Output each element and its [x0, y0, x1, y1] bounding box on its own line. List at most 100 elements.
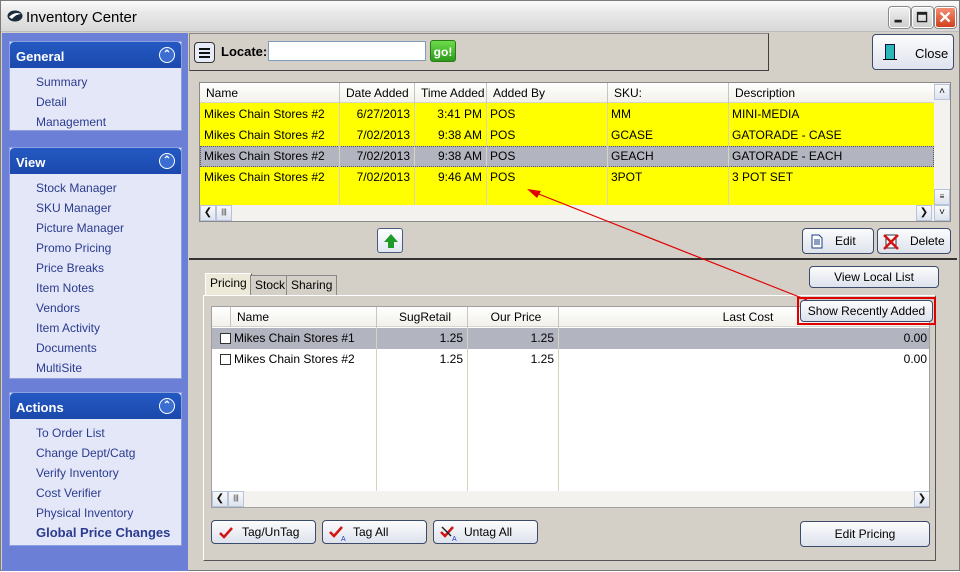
col-header-date-added[interactable]: Date Added — [339, 83, 414, 103]
scroll-down-icon[interactable]: ˅ — [934, 205, 950, 221]
cell-added-by: POS — [490, 149, 516, 163]
table-row[interactable]: Mikes Chain Stores #2 6/27/2013 3:41 PM … — [200, 104, 934, 125]
tab-pricing[interactable]: Pricing — [205, 273, 252, 296]
cell-name: Mikes Chain Stores #2 — [204, 170, 325, 184]
tag-all-button[interactable]: A Tag All — [322, 520, 427, 544]
close-button[interactable]: Close — [872, 34, 954, 70]
maximize-icon — [916, 11, 928, 23]
col-header-checkbox — [212, 307, 230, 327]
table-row[interactable]: Mikes Chain Stores #2 7/02/2013 9:38 AM … — [200, 125, 934, 146]
cell-last-cost: 0.00 — [903, 331, 927, 345]
col-header-description[interactable]: Description — [728, 83, 934, 103]
sidebar-item-item-activity[interactable]: Item Activity — [36, 318, 181, 338]
sidebar-item-item-notes[interactable]: Item Notes — [36, 278, 181, 298]
go-button[interactable]: go! — [430, 40, 456, 62]
scroll-up-icon[interactable]: ˄ — [934, 84, 950, 100]
sidebar-item-cost-verifier[interactable]: Cost Verifier — [36, 483, 181, 503]
sidebar-item-promo-pricing[interactable]: Promo Pricing — [36, 238, 181, 258]
scroll-left-icon[interactable]: ❮ — [212, 491, 228, 507]
col-header-time-added[interactable]: Time Added — [414, 83, 486, 103]
move-up-button[interactable] — [377, 228, 403, 253]
app-logo-icon — [7, 10, 23, 22]
collapse-chevron-icon[interactable]: ⌃ — [159, 47, 175, 63]
sidebar-item-vendors[interactable]: Vendors — [36, 298, 181, 318]
col-header-added-by[interactable]: Added By — [486, 83, 607, 103]
show-recently-added-button[interactable]: Show Recently Added — [800, 300, 933, 322]
close-label: Close — [915, 46, 949, 61]
sidebar-item-to-order-list[interactable]: To Order List — [36, 423, 181, 443]
sidebar-item-detail[interactable]: Detail — [36, 92, 181, 112]
show-recently-added-label: Show Recently Added — [807, 304, 926, 318]
sidebar-item-documents[interactable]: Documents — [36, 338, 181, 358]
items-section: Name Date Added Time Added Added By SKU:… — [189, 73, 957, 260]
cell-name: Mikes Chain Stores #2 — [204, 149, 325, 163]
table-row[interactable]: Mikes Chain Stores #2 7/02/2013 9:46 AM … — [200, 167, 934, 188]
section-header-view[interactable]: View ⌃ — [10, 148, 181, 174]
cell-our-price: 1.25 — [530, 331, 554, 345]
section-header-actions[interactable]: Actions ⌃ — [10, 393, 181, 419]
inventory-center-window: Inventory Center General ⌃ Summary Detai… — [0, 0, 960, 571]
sidebar-item-management[interactable]: Management — [36, 112, 181, 132]
sidebar-item-stock-manager[interactable]: Stock Manager — [36, 178, 181, 198]
pricing-row-selected[interactable]: Mikes Chain Stores #1 1.25 1.25 0.00 — [212, 328, 929, 349]
scroll-right-icon[interactable]: ❯ — [914, 491, 929, 507]
section-title: View — [16, 155, 46, 170]
cell-added-by: POS — [490, 107, 516, 121]
items-horizontal-scrollbar[interactable]: ❮ ||| ❯ — [200, 205, 934, 221]
untag-all-button[interactable]: A Untag All — [433, 520, 538, 544]
sidebar-item-physical-inventory[interactable]: Physical Inventory — [36, 503, 181, 523]
sidebar-item-global-price-changes[interactable]: Global Price Changes — [36, 523, 181, 543]
edit-pricing-button[interactable]: Edit Pricing — [800, 521, 930, 547]
pricing-row[interactable]: Mikes Chain Stores #2 1.25 1.25 0.00 — [212, 349, 929, 370]
sidebar-item-summary[interactable]: Summary — [36, 72, 181, 92]
col-header-name[interactable]: Name — [230, 307, 376, 327]
cell-name: Mikes Chain Stores #2 — [204, 128, 325, 142]
window-title: Inventory Center — [26, 9, 137, 26]
scroll-thumb[interactable]: ||| — [216, 205, 232, 221]
delete-button[interactable]: Delete — [877, 228, 951, 254]
view-local-list-button[interactable]: View Local List — [809, 266, 939, 288]
locate-input[interactable] — [268, 41, 426, 61]
collapse-chevron-icon[interactable]: ⌃ — [159, 153, 175, 169]
items-vertical-scrollbar[interactable]: ˄ ≡ ˅ — [934, 83, 950, 221]
sidebar-item-picture-manager[interactable]: Picture Manager — [36, 218, 181, 238]
list-menu-button[interactable] — [194, 42, 215, 63]
cell-sku: MM — [611, 107, 631, 121]
edit-button[interactable]: Edit — [802, 228, 874, 254]
minimize-icon — [894, 19, 902, 23]
scroll-right-icon[interactable]: ❯ — [916, 205, 932, 221]
collapse-chevron-icon[interactable]: ⌃ — [159, 398, 175, 414]
tag-untag-button[interactable]: Tag/UnTag — [211, 520, 316, 544]
maximize-button[interactable] — [912, 7, 933, 28]
section-header-general[interactable]: General ⌃ — [10, 42, 181, 68]
sidebar-item-sku-manager[interactable]: SKU Manager — [36, 198, 181, 218]
col-header-sku[interactable]: SKU: — [607, 83, 728, 103]
table-row-selected[interactable]: Mikes Chain Stores #2 7/02/2013 9:38 AM … — [200, 146, 934, 167]
tag-all-label: Tag All — [353, 525, 389, 539]
pricing-horizontal-scrollbar[interactable]: ❮ ||| ❯ — [212, 491, 929, 507]
window-close-button[interactable] — [935, 7, 956, 28]
tab-stock[interactable]: Stock — [250, 275, 291, 295]
cell-sku: GEACH — [611, 149, 654, 163]
locate-label: Locate: — [221, 44, 268, 59]
sidebar-item-verify-inventory[interactable]: Verify Inventory — [36, 463, 181, 483]
section-title: General — [16, 49, 65, 64]
cell-time: 3:41 PM — [437, 107, 482, 121]
cell-our-price: 1.25 — [530, 352, 554, 366]
arrow-stem — [388, 242, 394, 248]
col-divider — [486, 103, 487, 205]
col-header-our-price[interactable]: Our Price — [467, 307, 558, 327]
col-header-name[interactable]: Name — [200, 83, 339, 103]
col-header-sugretail[interactable]: SugRetail — [376, 307, 467, 327]
cell-added-by: POS — [490, 128, 516, 142]
sidebar-item-price-breaks[interactable]: Price Breaks — [36, 258, 181, 278]
sidebar-item-multisite[interactable]: MultiSite — [36, 358, 181, 378]
cell-description: GATORADE - EACH — [732, 149, 843, 163]
scroll-left-icon[interactable]: ❮ — [200, 205, 216, 221]
minimize-button[interactable] — [889, 7, 910, 28]
svg-text:A: A — [341, 536, 346, 542]
sidebar-item-change-dept-catg[interactable]: Change Dept/Catg — [36, 443, 181, 463]
tab-sharing[interactable]: Sharing — [286, 275, 338, 295]
scroll-thumb[interactable]: ≡ — [934, 189, 950, 205]
scroll-thumb[interactable]: ||| — [228, 491, 244, 507]
